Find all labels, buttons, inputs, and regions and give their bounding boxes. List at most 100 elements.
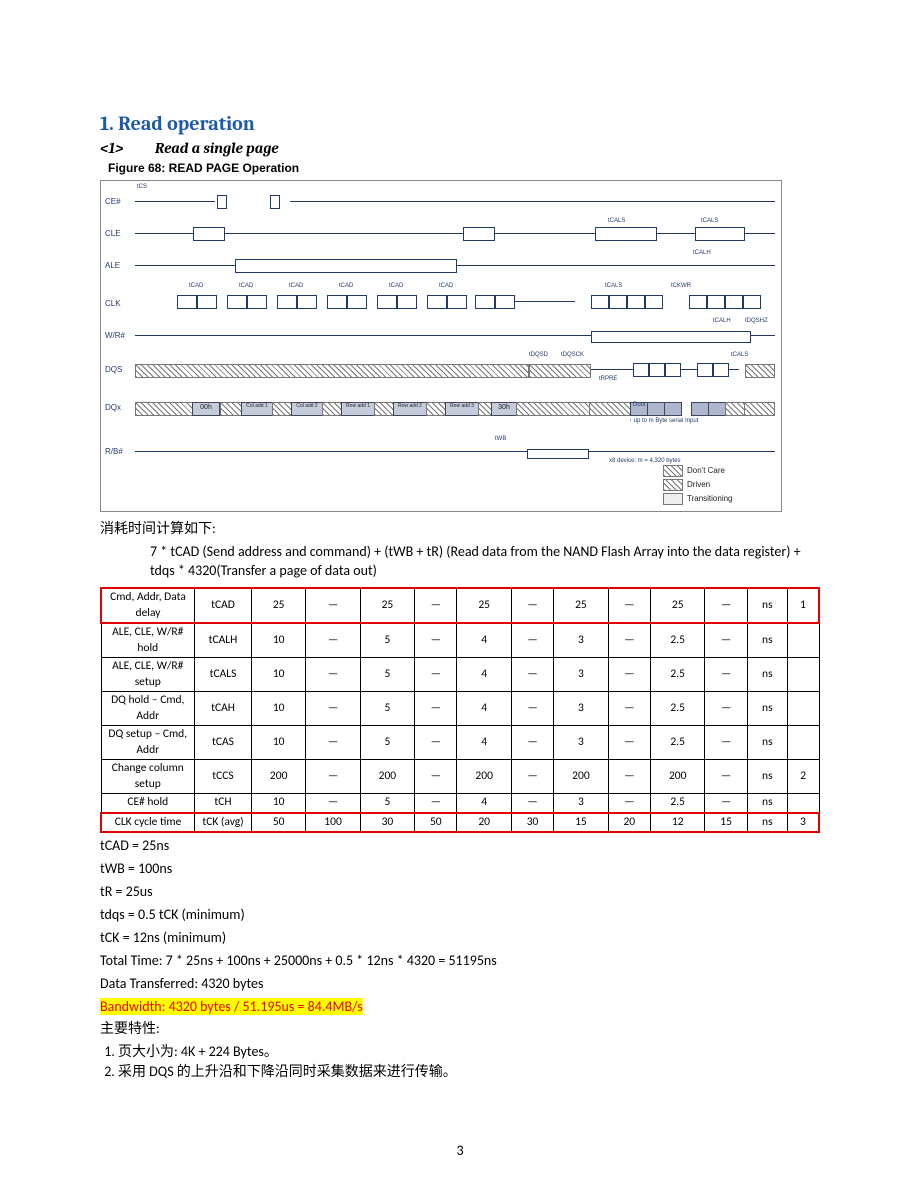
legend-driven: Driven xyxy=(687,480,710,491)
timing-label-tcals-2: tCALS xyxy=(701,217,718,225)
cell-value: 10 xyxy=(252,726,306,760)
cell-symbol: tCK (avg) xyxy=(195,813,252,833)
cell-value: 10 xyxy=(252,658,306,692)
table-row: Cmd, Addr, Data delaytCAD25—25—25—25—25—… xyxy=(101,588,819,623)
cell-value: — xyxy=(306,588,360,623)
cell-value: 200 xyxy=(360,760,414,794)
calc-line: Data Transferred: 4320 bytes xyxy=(100,975,820,994)
cell-value: — xyxy=(415,623,457,658)
cell-value: 2.5 xyxy=(651,794,705,813)
cell-value: 30 xyxy=(511,813,553,833)
table-row: Change column setuptCCS200—200—200—200—2… xyxy=(101,760,819,794)
cell-value: — xyxy=(415,658,457,692)
cell-value: 5 xyxy=(360,692,414,726)
bandwidth-text: Bandwidth: 4320 bytes / 51.195us = 84.4M… xyxy=(100,998,363,1015)
cell-value: — xyxy=(608,658,650,692)
cell-value: — xyxy=(511,760,553,794)
calc-line: tCAD = 25ns xyxy=(100,837,820,856)
cell-value: — xyxy=(415,760,457,794)
cell-param: DQ setup – Cmd, Addr xyxy=(101,726,195,760)
cell-value: 3 xyxy=(554,623,608,658)
calc-line: tR = 25us xyxy=(100,883,820,902)
cell-value: 5 xyxy=(360,794,414,813)
timing-legend: Don't Care Driven Transitioning xyxy=(663,463,773,505)
cell-value: ns xyxy=(747,813,787,833)
calc-line: tWB = 100ns xyxy=(100,860,820,879)
cell-value: 3 xyxy=(554,726,608,760)
intro-text: 消耗时间计算如下: xyxy=(100,520,820,539)
formula-text: 7 * tCAD (Send address and command) + (t… xyxy=(100,543,820,581)
dq-item-5: Row add 3 xyxy=(445,402,479,416)
cell-value: 4 xyxy=(457,658,511,692)
cell-value: 4 xyxy=(457,726,511,760)
table-row: ALE, CLE, W/R# holdtCALH10—5—4—3—2.5—ns xyxy=(101,623,819,658)
dq-item-1: Col add 1 xyxy=(241,402,273,416)
cell-symbol: tCALS xyxy=(195,658,252,692)
cell-value: 20 xyxy=(608,813,650,833)
cell-symbol: tCAH xyxy=(195,692,252,726)
cell-value: — xyxy=(415,588,457,623)
cell-value: — xyxy=(306,658,360,692)
dq-item-6: 30h xyxy=(491,402,517,416)
note-serial-input: ↑ up to m Byte serial Input xyxy=(629,417,698,425)
timing-label-trpre: tRPRE xyxy=(599,375,617,383)
dq-dout-2 xyxy=(664,402,682,416)
signal-rb: R/B# xyxy=(105,447,123,458)
cell-symbol: tCAD xyxy=(195,588,252,623)
cell-value: — xyxy=(511,692,553,726)
cell-value: 25 xyxy=(457,588,511,623)
subheading-text: Read a single page xyxy=(155,139,279,157)
dq-item-0: 00h xyxy=(192,402,220,416)
cell-value xyxy=(787,658,819,692)
cell-value: — xyxy=(306,794,360,813)
timing-label-tdqshz: tDQSHZ xyxy=(745,317,768,325)
cell-value: — xyxy=(511,658,553,692)
timing-label-tcad-5: tCAD xyxy=(389,282,403,290)
cell-value: 15 xyxy=(705,813,747,833)
signal-clk: CLK xyxy=(105,299,121,310)
cell-value: — xyxy=(705,658,747,692)
properties-list: 页大小为: 4K + 224 Bytes。采用 DQS 的上升沿和下降沿同时采集… xyxy=(100,1043,820,1082)
cell-value: 100 xyxy=(306,813,360,833)
cell-value: 2.5 xyxy=(651,692,705,726)
cell-value: — xyxy=(608,692,650,726)
cell-value: — xyxy=(306,692,360,726)
subsection-heading: <1> Read a single page xyxy=(100,138,820,158)
cell-value: 4 xyxy=(457,623,511,658)
signal-wr: W/R# xyxy=(105,331,125,342)
cell-value: ns xyxy=(747,658,787,692)
cell-value: 12 xyxy=(651,813,705,833)
cell-value: — xyxy=(306,726,360,760)
table-row: CE# holdtCH10—5—4—3—2.5—ns xyxy=(101,794,819,813)
properties-title: 主要特性: xyxy=(100,1020,820,1039)
cell-param: ALE, CLE, W/R# hold xyxy=(101,623,195,658)
cell-param: ALE, CLE, W/R# setup xyxy=(101,658,195,692)
cell-value: — xyxy=(608,726,650,760)
cell-value: — xyxy=(608,760,650,794)
cell-value: ns xyxy=(747,588,787,623)
timing-diagram: tCS CE# CLE tCALS tCALS ALE tCALH CLK tC… xyxy=(100,180,782,512)
cell-value: 5 xyxy=(360,658,414,692)
dq-dout-3 xyxy=(691,402,709,416)
timing-label-tcals-4: tCALS xyxy=(731,351,748,359)
timing-label-tckwr: tCKWR xyxy=(671,282,691,290)
dq-dout-4 xyxy=(708,402,726,416)
bandwidth-line: Bandwidth: 4320 bytes / 51.195us = 84.4M… xyxy=(100,998,820,1017)
cell-value: 3 xyxy=(787,813,819,833)
section-heading: 1. Read operation xyxy=(100,110,820,137)
cell-param: Change column setup xyxy=(101,760,195,794)
cell-value: 25 xyxy=(651,588,705,623)
cell-value: 25 xyxy=(252,588,306,623)
cell-value: 200 xyxy=(252,760,306,794)
cell-value: 10 xyxy=(252,623,306,658)
cell-value: — xyxy=(705,726,747,760)
cell-symbol: tCCS xyxy=(195,760,252,794)
cell-value: — xyxy=(705,794,747,813)
cell-value: — xyxy=(608,794,650,813)
timing-label-tdqsd: tDQSD xyxy=(529,351,548,359)
signal-ale: ALE xyxy=(105,261,120,272)
list-item: 采用 DQS 的上升沿和下降沿同时采集数据来进行传输。 xyxy=(118,1063,820,1082)
timing-label-tdqsck: tDQSCK xyxy=(561,351,584,359)
cell-symbol: tCALH xyxy=(195,623,252,658)
cell-value: — xyxy=(511,726,553,760)
